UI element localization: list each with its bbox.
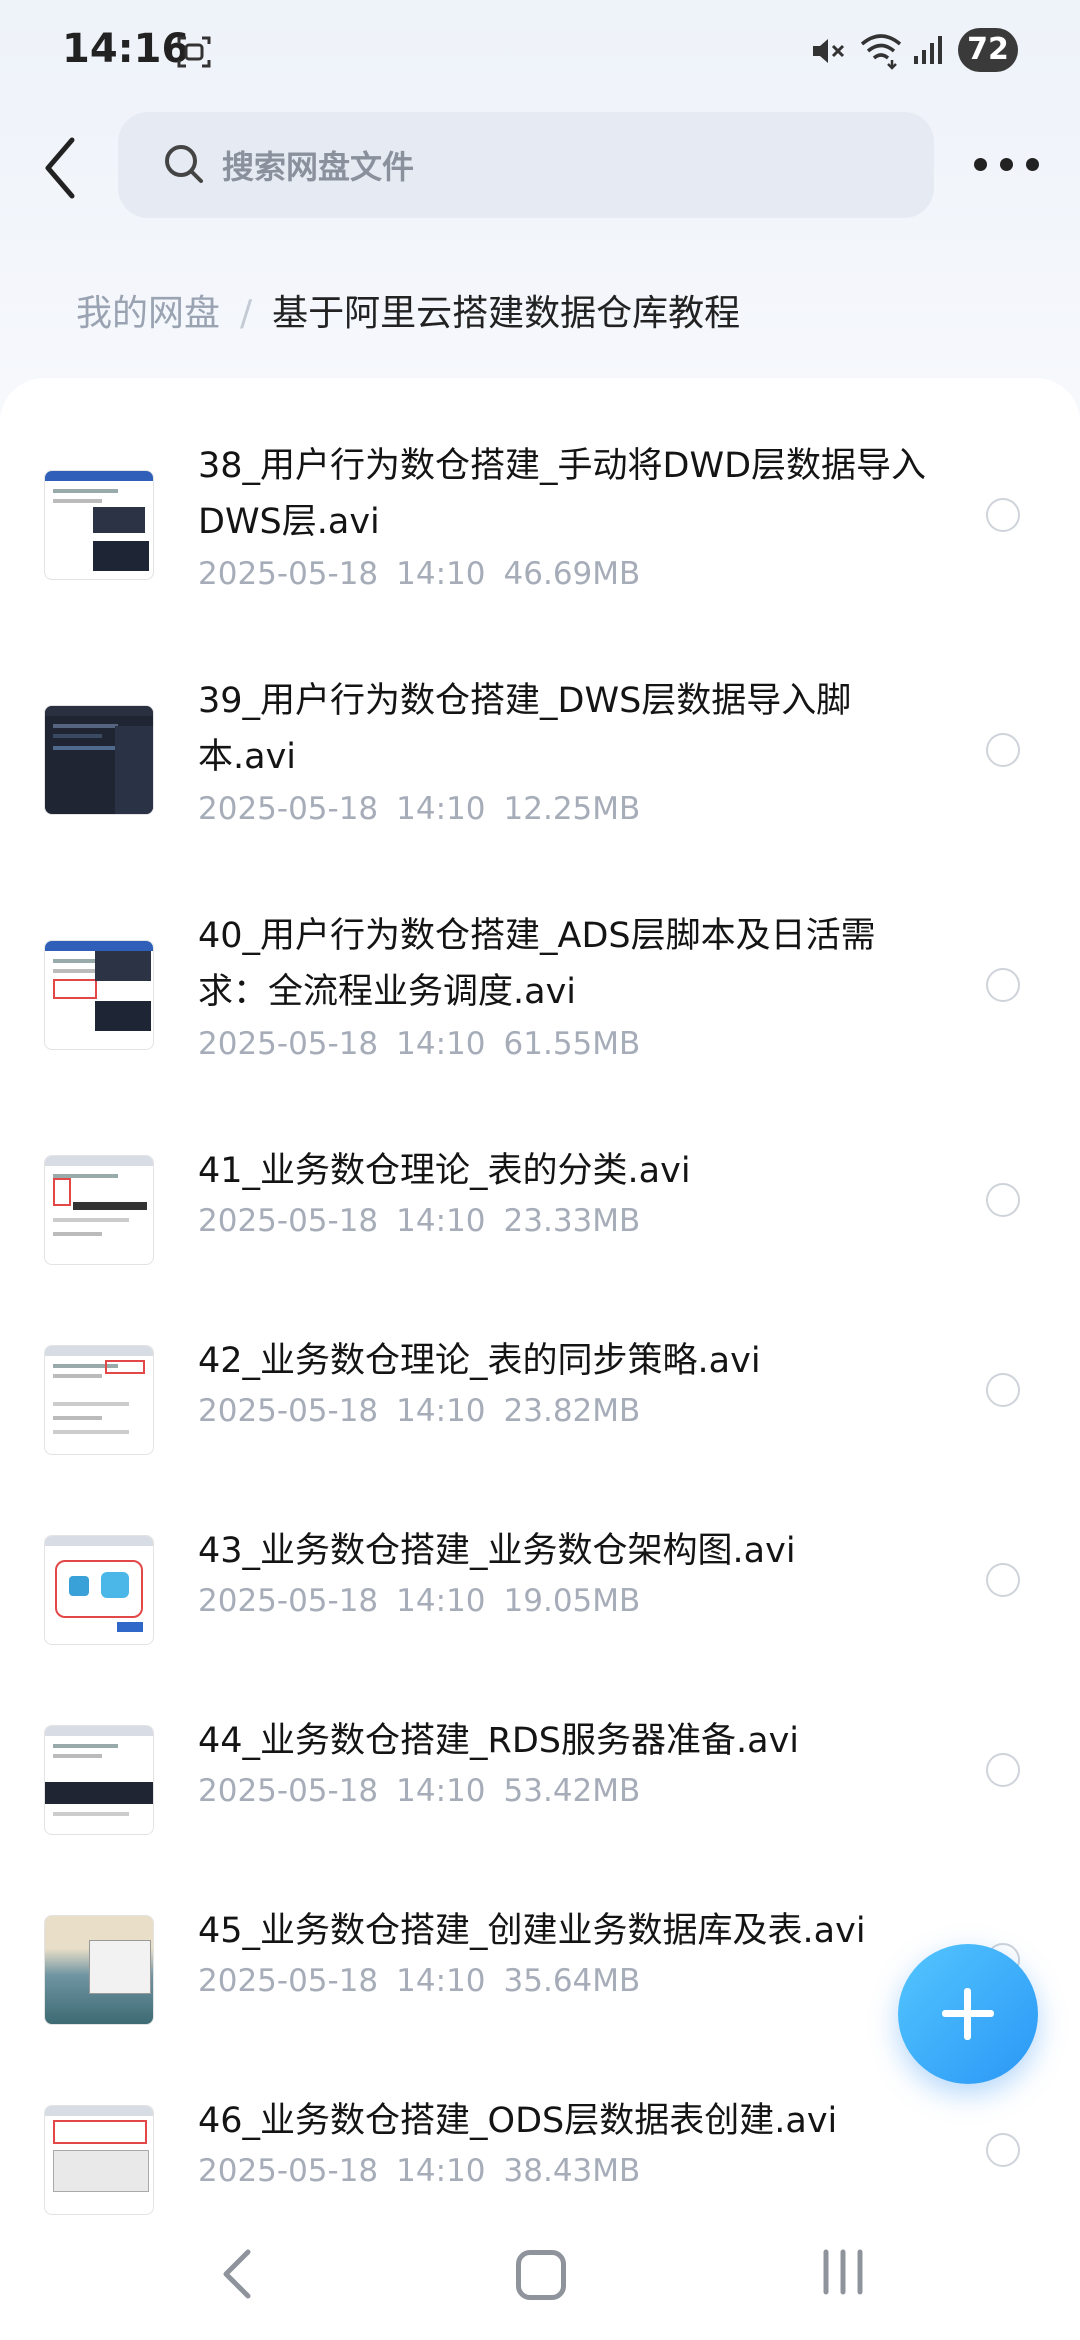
battery-indicator: 72 (958, 28, 1018, 72)
file-time: 14:10 (396, 1203, 486, 1239)
file-name: 38_用户行为数仓搭建_手动将DWD层数据导入DWS层.avi (198, 446, 927, 542)
status-bar: 14:16 72 (0, 0, 1080, 100)
video-thumbnail (44, 1155, 154, 1265)
file-name: 39_用户行为数仓搭建_DWS层数据导入脚本.avi (198, 681, 852, 777)
select-radio[interactable] (986, 1373, 1020, 1407)
wifi-icon (860, 34, 902, 70)
nav-recents-icon[interactable] (820, 2248, 866, 2296)
file-meta: 2025-05-18 14:10 61.55MB (198, 1026, 640, 1062)
file-name: 45_业务数仓搭建_创建业务数据库及表.avi (198, 1911, 866, 1951)
file-time: 14:10 (396, 1773, 486, 1809)
file-date: 2025-05-18 (198, 1583, 379, 1619)
screenshot-icon (177, 36, 211, 68)
video-thumbnail (44, 1915, 154, 2025)
file-date: 2025-05-18 (198, 1963, 379, 1999)
file-size: 53.42MB (503, 1773, 641, 1809)
mute-icon (813, 39, 845, 63)
file-size: 19.05MB (503, 1583, 641, 1619)
file-meta: 2025-05-18 14:10 12.25MB (198, 791, 640, 827)
file-meta: 2025-05-18 14:10 23.33MB (198, 1203, 640, 1239)
file-meta: 2025-05-18 14:10 35.64MB (198, 1963, 640, 1999)
breadcrumb-root[interactable]: 我的网盘 (76, 293, 220, 334)
more-options-icon[interactable] (972, 150, 1042, 180)
file-name: 41_业务数仓理论_表的分类.avi (198, 1151, 691, 1191)
file-meta: 2025-05-18 14:10 46.69MB (198, 556, 640, 592)
video-thumbnail (44, 1535, 154, 1645)
file-size: 35.64MB (503, 1963, 641, 1999)
video-thumbnail (44, 1345, 154, 1455)
select-radio[interactable] (986, 498, 1020, 532)
file-time: 14:10 (396, 1583, 486, 1619)
file-meta: 2025-05-18 14:10 38.43MB (198, 2153, 640, 2189)
file-name: 43_业务数仓搭建_业务数仓架构图.avi (198, 1531, 796, 1571)
file-date: 2025-05-18 (198, 2153, 379, 2189)
file-time: 14:10 (396, 1393, 486, 1429)
select-radio[interactable] (986, 1183, 1020, 1217)
file-date: 2025-05-18 (198, 1203, 379, 1239)
video-thumbnail (44, 705, 154, 815)
select-radio[interactable] (986, 1753, 1020, 1787)
file-name: 42_业务数仓理论_表的同步策略.avi (198, 1341, 761, 1381)
file-name: 44_业务数仓搭建_RDS服务器准备.avi (198, 1721, 800, 1761)
select-radio[interactable] (986, 1563, 1020, 1597)
file-size: 12.25MB (503, 791, 641, 827)
file-time: 14:10 (396, 1026, 486, 1062)
file-size: 23.82MB (503, 1393, 641, 1429)
file-size: 38.43MB (503, 2153, 641, 2189)
video-thumbnail (44, 470, 154, 580)
file-date: 2025-05-18 (198, 1393, 379, 1429)
file-date: 2025-05-18 (198, 1773, 379, 1809)
breadcrumb: 我的网盘 / 基于阿里云搭建数据仓库教程 (76, 284, 740, 336)
add-button[interactable] (898, 1944, 1038, 2084)
video-thumbnail (44, 940, 154, 1050)
file-time: 14:10 (396, 556, 486, 592)
file-name: 46_业务数仓搭建_ODS层数据表创建.avi (198, 2101, 838, 2141)
video-thumbnail (44, 2105, 154, 2215)
breadcrumb-separator: / (240, 293, 253, 334)
select-radio[interactable] (986, 968, 1020, 1002)
search-input[interactable]: 搜索网盘文件 (118, 112, 934, 218)
nav-back-icon[interactable] (218, 2246, 258, 2302)
file-date: 2025-05-18 (198, 556, 379, 592)
file-size: 23.33MB (503, 1203, 641, 1239)
file-date: 2025-05-18 (198, 1026, 379, 1062)
file-name: 40_用户行为数仓搭建_ADS层脚本及日活需求：全流程业务调度.avi (198, 916, 876, 1012)
nav-home-icon[interactable] (516, 2250, 566, 2300)
breadcrumb-current: 基于阿里云搭建数据仓库教程 (272, 293, 741, 334)
file-time: 14:10 (396, 791, 486, 827)
video-thumbnail (44, 1725, 154, 1835)
file-meta: 2025-05-18 14:10 19.05MB (198, 1583, 640, 1619)
system-nav-bar (0, 2220, 1080, 2340)
file-time: 14:10 (396, 1963, 486, 1999)
back-arrow-icon[interactable] (38, 128, 86, 208)
search-icon (165, 145, 203, 183)
status-time: 14:16 (62, 26, 190, 72)
file-meta: 2025-05-18 14:10 23.82MB (198, 1393, 640, 1429)
file-date: 2025-05-18 (198, 791, 379, 827)
file-size: 46.69MB (503, 556, 641, 592)
file-time: 14:10 (396, 2153, 486, 2189)
signal-icon (914, 36, 942, 64)
search-placeholder: 搜索网盘文件 (222, 148, 415, 186)
select-radio[interactable] (986, 733, 1020, 767)
file-size: 61.55MB (503, 1026, 641, 1062)
file-meta: 2025-05-18 14:10 53.42MB (198, 1773, 640, 1809)
select-radio[interactable] (986, 2133, 1020, 2167)
